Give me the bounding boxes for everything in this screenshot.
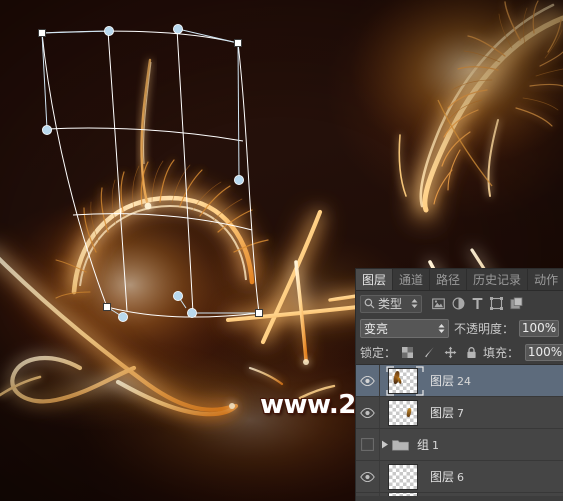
layer-thumbnail[interactable] xyxy=(380,461,426,492)
layer-name-number: 6 xyxy=(457,471,465,484)
eye-icon xyxy=(360,407,375,418)
layer-visibility-toggle[interactable] xyxy=(356,397,380,428)
photoshop-window: www.240ps.com 图层 通道 路径 历史记录 动作 类型 xyxy=(0,0,563,501)
tab-actions[interactable]: 动作 xyxy=(528,269,563,290)
lock-position-icon[interactable] xyxy=(444,346,457,359)
tab-paths[interactable]: 路径 xyxy=(430,269,468,290)
chevron-down-icon[interactable] xyxy=(438,323,445,334)
lock-row: 锁定： 填充： 100% xyxy=(356,340,563,365)
layer-name[interactable]: 组 1 xyxy=(410,436,563,453)
adjustment-layer-filter-icon[interactable] xyxy=(452,297,465,310)
shape-layer-filter-icon[interactable] xyxy=(490,297,503,310)
pixel-layer-filter-icon[interactable] xyxy=(432,297,445,310)
blend-mode-select[interactable]: 变亮 xyxy=(360,318,449,338)
eye-icon xyxy=(360,471,375,482)
lock-label: 锁定： xyxy=(360,345,397,360)
folder-icon xyxy=(390,438,410,451)
eye-icon xyxy=(360,375,375,386)
table-row[interactable]: 图层 7 xyxy=(356,397,563,429)
tab-history[interactable]: 历史记录 xyxy=(467,269,529,290)
layer-visibility-toggle[interactable] xyxy=(356,429,380,460)
layer-name-text: 图层 xyxy=(430,374,455,388)
eye-off-icon xyxy=(361,438,374,451)
panel-tab-strip: 图层 通道 路径 历史记录 动作 xyxy=(356,269,563,291)
layer-thumbnail[interactable] xyxy=(380,397,426,428)
lock-transparency-icon[interactable] xyxy=(402,346,414,358)
stepper-icon[interactable] xyxy=(411,298,418,309)
table-row[interactable]: 图层 24 xyxy=(356,365,563,397)
layer-name[interactable]: 图层 6 xyxy=(426,468,563,485)
lock-all-icon[interactable] xyxy=(466,346,477,359)
filter-type-select[interactable]: 类型 xyxy=(360,294,422,313)
layer-name-number: 1 xyxy=(432,439,440,452)
layer-thumbnail[interactable] xyxy=(380,365,426,396)
layer-name-text: 图层 xyxy=(430,470,455,484)
layer-thumbnail[interactable] xyxy=(380,493,426,496)
filter-icon-group xyxy=(432,297,523,310)
layer-list[interactable]: 图层 24 图层 7 组 1 图层 6 xyxy=(356,365,563,496)
layer-name[interactable]: 图层 7 xyxy=(426,404,563,421)
layer-name-number: 24 xyxy=(457,375,472,388)
opacity-value-field[interactable]: 100% xyxy=(519,319,559,337)
table-row[interactable]: 组 1 xyxy=(356,429,563,461)
layer-name-number: 7 xyxy=(457,407,465,420)
type-layer-filter-icon[interactable] xyxy=(472,297,483,310)
tab-layers[interactable]: 图层 xyxy=(356,269,394,290)
search-icon xyxy=(364,298,375,309)
layer-visibility-toggle[interactable] xyxy=(356,365,380,396)
chevron-right-icon xyxy=(382,440,388,449)
lock-icon-group xyxy=(402,346,477,359)
opacity-label: 不透明度： xyxy=(453,321,514,336)
table-row[interactable] xyxy=(356,493,563,496)
smart-object-filter-icon[interactable] xyxy=(510,297,523,310)
layer-name-text: 图层 xyxy=(430,406,455,420)
layer-visibility-toggle[interactable] xyxy=(356,493,380,496)
filter-type-label: 类型 xyxy=(378,297,403,311)
layer-visibility-toggle[interactable] xyxy=(356,461,380,492)
tab-channels[interactable]: 通道 xyxy=(393,269,431,290)
layer-name[interactable]: 图层 24 xyxy=(426,372,563,389)
layer-name-text: 组 xyxy=(417,438,430,452)
lock-image-pixels-icon[interactable] xyxy=(422,346,435,359)
layer-filter-row: 类型 xyxy=(356,291,563,316)
fill-label: 填充： xyxy=(483,345,520,360)
fill-value-field[interactable]: 100% xyxy=(525,343,563,361)
blend-mode-value: 变亮 xyxy=(364,321,389,336)
blend-mode-row: 变亮 不透明度： 100% xyxy=(356,316,563,340)
table-row[interactable]: 图层 6 xyxy=(356,461,563,493)
group-disclosure-triangle[interactable] xyxy=(380,440,390,449)
layers-panel: 图层 通道 路径 历史记录 动作 类型 变亮 不透明度： 100% 锁定： 填充… xyxy=(355,268,563,501)
